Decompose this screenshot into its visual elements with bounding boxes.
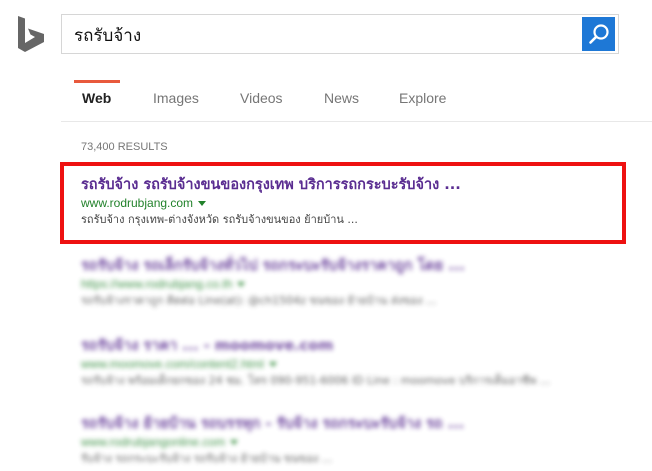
bing-logo-icon[interactable] bbox=[18, 16, 46, 52]
result-count: 73,400 RESULTS bbox=[81, 141, 168, 153]
result-title-link[interactable]: รถรับจ้าง ย้ายบ้าน รถบรรทุก - รับจ้าง รถ… bbox=[81, 414, 641, 434]
url-dropdown-icon[interactable] bbox=[237, 282, 246, 288]
url-dropdown-icon[interactable] bbox=[198, 201, 207, 207]
search-result: รถรับจ้าง รถรับจ้างขนของกรุงเทพ บริการรถ… bbox=[81, 175, 641, 228]
search-result: รถรับจ้าง รถเล็กรับจ้างทั่วไป รถกระบะรับ… bbox=[81, 256, 641, 309]
url-dropdown-icon[interactable] bbox=[230, 440, 239, 446]
result-snippet: รถรับจ้าง กรุงเทพ-ต่างจังหวัด รถรับจ้างข… bbox=[81, 213, 358, 226]
search-button[interactable] bbox=[582, 17, 615, 51]
search-input[interactable] bbox=[74, 22, 574, 48]
result-title-link[interactable]: รถรับจ้าง รถรับจ้างขนของกรุงเทพ บริการรถ… bbox=[81, 175, 641, 195]
result-url: www.moomove.com/content2.html bbox=[81, 356, 641, 373]
tab-divider bbox=[61, 121, 652, 122]
result-url: https://www.rodrubjang.co.th bbox=[81, 276, 641, 293]
search-result: รถรับจ้าง ย้ายบ้าน รถบรรทุก - รับจ้าง รถ… bbox=[81, 414, 641, 467]
active-tab-indicator bbox=[74, 80, 120, 83]
result-snippet: รับจ้าง รถกระบะรับจ้าง รถรับจ้าง ย้ายบ้า… bbox=[81, 452, 333, 465]
tab-explore[interactable]: Explore bbox=[399, 90, 446, 106]
tab-images[interactable]: Images bbox=[153, 90, 199, 106]
search-icon bbox=[588, 24, 609, 44]
result-url: www.rodrubjangonline.com bbox=[81, 434, 641, 451]
tab-news[interactable]: News bbox=[324, 90, 359, 106]
result-url: www.rodrubjang.com bbox=[81, 195, 641, 212]
search-result: รถรับจ้าง ราคา ... - moomove.com www.moo… bbox=[81, 336, 641, 389]
result-title-link[interactable]: รถรับจ้าง รถเล็กรับจ้างทั่วไป รถกระบะรับ… bbox=[81, 256, 641, 276]
tab-videos[interactable]: Videos bbox=[240, 90, 283, 106]
tab-web[interactable]: Web bbox=[82, 90, 111, 106]
url-dropdown-icon[interactable] bbox=[268, 362, 277, 368]
search-bar bbox=[61, 14, 619, 54]
result-snippet: รถรับจ้างราคาถูก ติดต่อ Line(at): @ch150… bbox=[81, 294, 437, 307]
result-title-link[interactable]: รถรับจ้าง ราคา ... - moomove.com bbox=[81, 336, 641, 356]
result-snippet: รถรับจ้าง พร้อมเด็กยกของ 24 ชม. โทร 090-… bbox=[81, 374, 551, 387]
